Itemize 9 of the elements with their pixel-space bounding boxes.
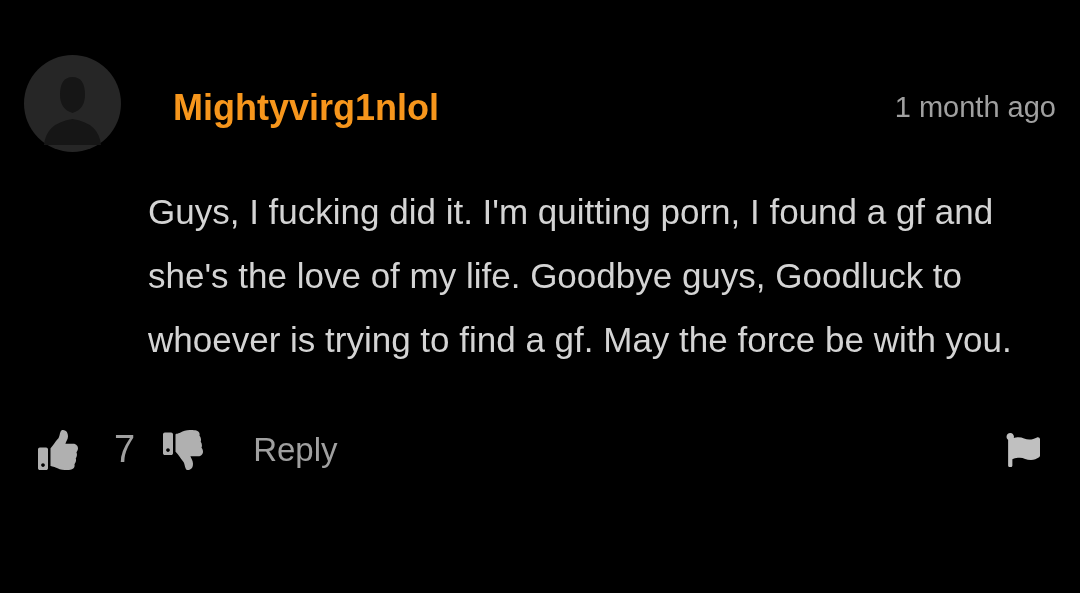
- reply-button[interactable]: Reply: [253, 430, 338, 469]
- thumbs-up-icon[interactable]: [38, 429, 78, 470]
- comment-text: Guys, I fucking did it. I'm quitting porn, I found a gf and she's the love of my life. Goodbye guys, Goodluck to whoever is trying to find a gf. May the force be with you.: [148, 191, 1013, 361]
- flag-icon[interactable]: [1006, 432, 1040, 467]
- avatar-icon: [24, 55, 121, 152]
- timestamp: 1 month ago: [894, 91, 1056, 124]
- thumbs-down-icon[interactable]: [163, 429, 204, 470]
- like-count: 7: [114, 428, 136, 471]
- username[interactable]: Mightyvirg1nlol: [173, 87, 439, 129]
